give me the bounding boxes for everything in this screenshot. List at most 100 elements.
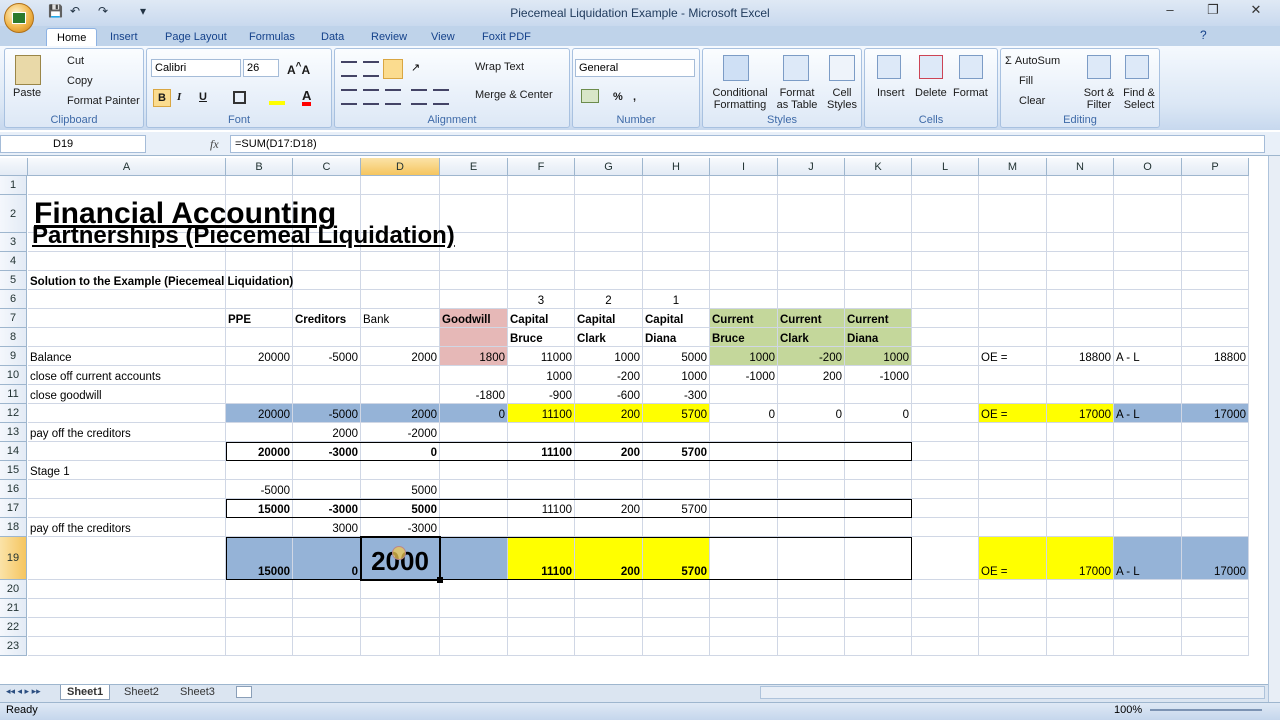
cell-o15[interactable] — [1114, 461, 1182, 480]
cell-i13[interactable] — [710, 423, 778, 442]
cell-p21[interactable] — [1182, 599, 1249, 618]
cell-g15[interactable] — [575, 461, 643, 480]
cell-l6[interactable] — [912, 290, 979, 309]
value-g12[interactable]: 200 — [575, 404, 643, 423]
cell-o17[interactable] — [1114, 499, 1182, 518]
cell-o8[interactable] — [1114, 328, 1182, 347]
cell-p8[interactable] — [1182, 328, 1249, 347]
cell-e13[interactable] — [440, 423, 508, 442]
column-header-p[interactable]: P — [1182, 158, 1249, 176]
cell-k13[interactable] — [845, 423, 912, 442]
align-right-icon[interactable] — [385, 89, 401, 105]
cell-d15[interactable] — [361, 461, 440, 480]
tab-home[interactable]: Home — [46, 28, 98, 47]
cell-p23[interactable] — [1182, 637, 1249, 656]
fill-button[interactable]: Fill — [1019, 75, 1033, 87]
copy-button[interactable]: Copy — [67, 75, 93, 87]
cell-a21[interactable] — [28, 599, 226, 618]
cell-i23[interactable] — [710, 637, 778, 656]
align-bottom-icon[interactable] — [383, 59, 403, 79]
row-header-11[interactable]: 11 — [0, 385, 27, 404]
cell-c16[interactable] — [293, 480, 361, 499]
cell-j3[interactable] — [778, 233, 845, 252]
cell-j4[interactable] — [778, 252, 845, 271]
wrap-text-button[interactable]: Wrap Text — [475, 61, 524, 73]
cell-p14[interactable] — [1182, 442, 1249, 461]
cell-p3[interactable] — [1182, 233, 1249, 252]
header-current-k[interactable]: Current — [845, 309, 912, 328]
cell-c10[interactable] — [293, 366, 361, 385]
value-d13[interactable]: -2000 — [361, 423, 440, 442]
cell-p6[interactable] — [1182, 290, 1249, 309]
column-header-i[interactable]: I — [710, 158, 778, 176]
cell-f15[interactable] — [508, 461, 575, 480]
cell-a19[interactable] — [28, 537, 226, 580]
header-capital-h[interactable]: Capital — [643, 309, 710, 328]
comma-button[interactable]: , — [633, 91, 636, 103]
header-partner-f[interactable]: Bruce — [508, 328, 575, 347]
cell-f22[interactable] — [508, 618, 575, 637]
cell-i3[interactable] — [710, 233, 778, 252]
tab-review[interactable]: Review — [361, 28, 417, 46]
cell-h22[interactable] — [643, 618, 710, 637]
header-current-j[interactable]: Current — [778, 309, 845, 328]
cell-m3[interactable] — [979, 233, 1047, 252]
cell-k23[interactable] — [845, 637, 912, 656]
header-ppe[interactable]: PPE — [226, 309, 293, 328]
cell-f13[interactable] — [508, 423, 575, 442]
cell-g3[interactable] — [575, 233, 643, 252]
grow-font-icon[interactable]: A^A — [287, 61, 310, 77]
cell-a12[interactable] — [28, 404, 226, 423]
row-header-8[interactable]: 8 — [0, 328, 27, 347]
help-icon[interactable]: ? — [1200, 28, 1207, 42]
cell-n6[interactable] — [1047, 290, 1114, 309]
cell-l9[interactable] — [912, 347, 979, 366]
cell-c20[interactable] — [293, 580, 361, 599]
cell-e5[interactable] — [440, 271, 508, 290]
cell-f3[interactable] — [508, 233, 575, 252]
cell-h5[interactable] — [643, 271, 710, 290]
cell-m11[interactable] — [979, 385, 1047, 404]
cell-f21[interactable] — [508, 599, 575, 618]
cut-button[interactable]: Cut — [67, 55, 84, 67]
tab-formulas[interactable]: Formulas — [239, 28, 305, 46]
cell-n3[interactable] — [1047, 233, 1114, 252]
tab-view[interactable]: View — [421, 28, 465, 46]
column-header-n[interactable]: N — [1047, 158, 1114, 176]
row-header-6[interactable]: 6 — [0, 290, 27, 309]
cell-l3[interactable] — [912, 233, 979, 252]
cell-l17[interactable] — [912, 499, 979, 518]
cell-m18[interactable] — [979, 518, 1047, 537]
row-header-3[interactable]: 3 — [0, 233, 27, 252]
cell-b4[interactable] — [226, 252, 293, 271]
cell-h20[interactable] — [643, 580, 710, 599]
cell-a17[interactable] — [28, 499, 226, 518]
cell-a22[interactable] — [28, 618, 226, 637]
cell-m15[interactable] — [979, 461, 1047, 480]
format-as-table-button[interactable]: Format as Table — [773, 87, 821, 111]
value-d18[interactable]: -3000 — [361, 518, 440, 537]
cell-g1[interactable] — [575, 176, 643, 195]
worksheet-grid[interactable]: A B C D E F G H I J K L M N O P 1 2 3 4 5 6 7 8 9 10 11 12 13 14 15 16 1… — [0, 158, 1268, 684]
cell-l12[interactable] — [912, 404, 979, 423]
row-header-18[interactable]: 18 — [0, 518, 27, 537]
value-h9[interactable]: 5000 — [643, 347, 710, 366]
format-cells-icon[interactable] — [959, 55, 983, 79]
value-m12[interactable]: OE = — [979, 404, 1047, 423]
cell-k21[interactable] — [845, 599, 912, 618]
autosum-button[interactable]: Σ AutoSum — [1005, 55, 1060, 67]
header-current-partner-j[interactable]: Clark — [778, 328, 845, 347]
value-i9[interactable]: 1000 — [710, 347, 778, 366]
cell-k3[interactable] — [845, 233, 912, 252]
office-button-icon[interactable] — [4, 3, 34, 33]
row-header-14[interactable]: 14 — [0, 442, 27, 461]
cell-k16[interactable] — [845, 480, 912, 499]
cell-o5[interactable] — [1114, 271, 1182, 290]
cell-m1[interactable] — [979, 176, 1047, 195]
column-header-g[interactable]: G — [575, 158, 643, 176]
cell-d10[interactable] — [361, 366, 440, 385]
header-current-i[interactable]: Current — [710, 309, 778, 328]
bold-button[interactable]: B — [153, 89, 171, 107]
cell-i2[interactable] — [710, 195, 778, 233]
value-p9[interactable]: 18800 — [1182, 347, 1249, 366]
